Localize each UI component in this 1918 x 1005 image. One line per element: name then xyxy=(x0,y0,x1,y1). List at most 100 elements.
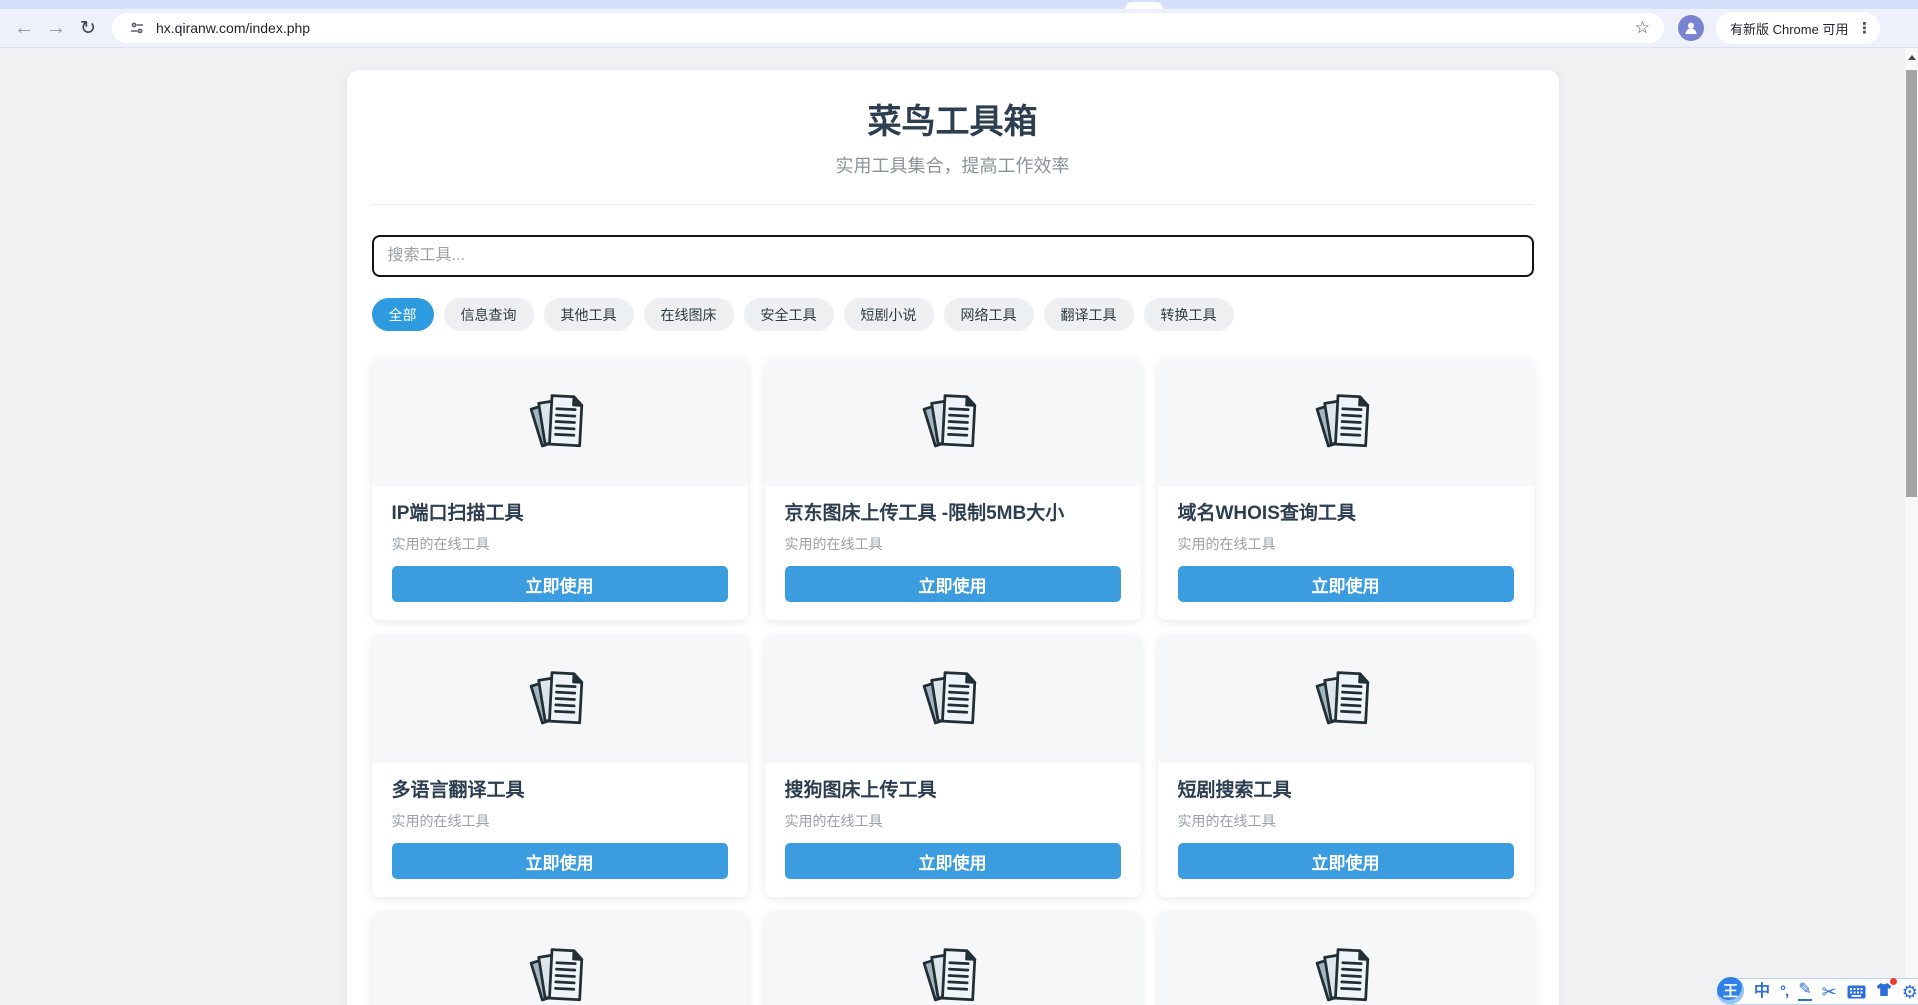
category-tag[interactable]: 在线图床 xyxy=(644,298,734,331)
settings-gear-icon[interactable]: ⚙ xyxy=(1902,983,1918,1001)
doc-stack-icon xyxy=(920,942,986,1005)
notification-dot xyxy=(1890,978,1897,985)
category-tag[interactable]: 翻译工具 xyxy=(1044,298,1134,331)
category-tag[interactable]: 其他工具 xyxy=(544,298,634,331)
doc-stack-icon xyxy=(920,388,986,456)
use-now-button[interactable]: 立即使用 xyxy=(785,566,1121,602)
tool-card-image-area xyxy=(1158,358,1534,486)
ime-language-indicator[interactable]: 中 xyxy=(1754,984,1770,1000)
category-filter-bar: 全部信息查询其他工具在线图床安全工具短剧小说网络工具翻译工具转换工具 xyxy=(372,298,1534,331)
browser-toolbar: ← → ↻ hx.qiranw.com/index.php ☆ 有新版 Chro… xyxy=(0,9,1918,48)
tool-card xyxy=(372,912,748,1005)
tool-card-title: IP端口扫描工具 xyxy=(392,502,728,526)
scrollbar-up-button[interactable] xyxy=(1905,51,1918,63)
tool-card-image-area xyxy=(372,635,748,763)
chrome-update-button[interactable]: 有新版 Chrome 可用 ⋮ xyxy=(1716,12,1880,44)
profile-avatar[interactable] xyxy=(1678,15,1704,41)
back-icon: ← xyxy=(14,17,34,40)
tshirt-icon xyxy=(1876,982,1892,997)
header-divider xyxy=(372,204,1534,205)
tool-card-description: 实用的在线工具 xyxy=(392,811,728,831)
category-tag[interactable]: 全部 xyxy=(372,298,434,331)
url-text[interactable]: hx.qiranw.com/index.php xyxy=(156,20,1633,36)
tool-card: 京东图床上传工具 -限制5MB大小 实用的在线工具 立即使用 xyxy=(765,358,1141,620)
tool-card-description: 实用的在线工具 xyxy=(1178,811,1514,831)
tool-card-image-area xyxy=(765,358,1141,486)
tab-strip xyxy=(0,0,1918,9)
ime-skin-icon[interactable] xyxy=(1876,982,1892,1001)
tool-card-image-area xyxy=(765,912,1141,1005)
tool-card-body: 京东图床上传工具 -限制5MB大小 实用的在线工具 立即使用 xyxy=(765,486,1141,620)
tool-card: 域名WHOIS查询工具 实用的在线工具 立即使用 xyxy=(1158,358,1534,620)
tool-card: 短剧搜索工具 实用的在线工具 立即使用 xyxy=(1158,635,1534,897)
tool-card-image-area xyxy=(372,912,748,1005)
category-tag[interactable]: 转换工具 xyxy=(1144,298,1234,331)
reload-icon: ↻ xyxy=(80,17,96,40)
tool-card-body: 短剧搜索工具 实用的在线工具 立即使用 xyxy=(1158,763,1534,897)
ime-toolbar: 王 中 °, ✎ ✂ ⚙ xyxy=(1717,978,1918,1005)
tool-card: 多语言翻译工具 实用的在线工具 立即使用 xyxy=(372,635,748,897)
reload-button[interactable]: ↻ xyxy=(72,12,104,44)
tool-card-title: 短剧搜索工具 xyxy=(1178,779,1514,803)
use-now-button[interactable]: 立即使用 xyxy=(392,566,728,602)
site-info-button[interactable] xyxy=(124,15,150,41)
ime-logo-icon[interactable]: 王 xyxy=(1717,977,1744,1004)
use-now-button[interactable]: 立即使用 xyxy=(1178,566,1514,602)
tool-card-body: 域名WHOIS查询工具 实用的在线工具 立即使用 xyxy=(1158,486,1534,620)
tool-card-title: 多语言翻译工具 xyxy=(392,779,728,803)
chrome-update-label: 有新版 Chrome 可用 xyxy=(1730,19,1848,38)
tool-card: 搜狗图床上传工具 实用的在线工具 立即使用 xyxy=(765,635,1141,897)
search-input[interactable] xyxy=(372,235,1534,277)
content-container: 菜鸟工具箱 实用工具集合，提高工作效率 全部信息查询其他工具在线图床安全工具短剧… xyxy=(347,70,1559,1005)
keyboard-icon[interactable] xyxy=(1847,985,1866,999)
tool-card-image-area xyxy=(765,635,1141,763)
up-arrow-icon xyxy=(1908,55,1916,60)
use-now-button[interactable]: 立即使用 xyxy=(1178,843,1514,879)
active-tab-sliver[interactable] xyxy=(1125,2,1163,9)
ime-punctuation-icon[interactable]: °, xyxy=(1780,984,1788,999)
tool-card xyxy=(765,912,1141,1005)
menu-dots-icon[interactable]: ⋮ xyxy=(1856,19,1872,37)
tool-card-title: 京东图床上传工具 -限制5MB大小 xyxy=(785,502,1121,526)
tool-card-description: 实用的在线工具 xyxy=(392,534,728,554)
forward-button[interactable]: → xyxy=(40,12,72,44)
tool-card-image-area xyxy=(1158,635,1534,763)
tool-card-image-area xyxy=(372,358,748,486)
tool-card-body: IP端口扫描工具 实用的在线工具 立即使用 xyxy=(372,486,748,620)
use-now-button[interactable]: 立即使用 xyxy=(392,843,728,879)
ime-handwriting-icon[interactable]: ✎ xyxy=(1798,982,1811,1001)
tool-card-grid: IP端口扫描工具 实用的在线工具 立即使用 xyxy=(372,358,1534,1005)
category-tag[interactable]: 网络工具 xyxy=(944,298,1034,331)
tool-card-description: 实用的在线工具 xyxy=(785,811,1121,831)
tool-card xyxy=(1158,912,1534,1005)
tune-icon xyxy=(129,20,145,36)
scissors-icon[interactable]: ✂ xyxy=(1822,983,1837,1001)
tool-card-body: 搜狗图床上传工具 实用的在线工具 立即使用 xyxy=(765,763,1141,897)
bookmark-star-icon[interactable]: ☆ xyxy=(1633,18,1652,38)
address-bar[interactable]: hx.qiranw.com/index.php ☆ xyxy=(112,13,1664,43)
tool-card: IP端口扫描工具 实用的在线工具 立即使用 xyxy=(372,358,748,620)
forward-icon: → xyxy=(46,17,66,40)
use-now-button[interactable]: 立即使用 xyxy=(785,843,1121,879)
page-subtitle: 实用工具集合，提高工作效率 xyxy=(372,154,1534,178)
doc-stack-icon xyxy=(1313,942,1379,1005)
tool-card-description: 实用的在线工具 xyxy=(1178,534,1514,554)
tool-card-image-area xyxy=(1158,912,1534,1005)
page-title: 菜鸟工具箱 xyxy=(372,70,1534,142)
doc-stack-icon xyxy=(527,388,593,456)
doc-stack-icon xyxy=(1313,665,1379,733)
doc-stack-icon xyxy=(920,665,986,733)
tool-card-title: 域名WHOIS查询工具 xyxy=(1178,502,1514,526)
scrollbar[interactable] xyxy=(1905,48,1918,1005)
doc-stack-icon xyxy=(1313,388,1379,456)
scrollbar-thumb[interactable] xyxy=(1906,70,1917,497)
category-tag[interactable]: 短剧小说 xyxy=(844,298,934,331)
doc-stack-icon xyxy=(527,942,593,1005)
tool-card-title: 搜狗图床上传工具 xyxy=(785,779,1121,803)
category-tag[interactable]: 安全工具 xyxy=(744,298,834,331)
tool-card-body: 多语言翻译工具 实用的在线工具 立即使用 xyxy=(372,763,748,897)
doc-stack-icon xyxy=(527,665,593,733)
category-tag[interactable]: 信息查询 xyxy=(444,298,534,331)
back-button[interactable]: ← xyxy=(8,12,40,44)
tool-card-description: 实用的在线工具 xyxy=(785,534,1121,554)
